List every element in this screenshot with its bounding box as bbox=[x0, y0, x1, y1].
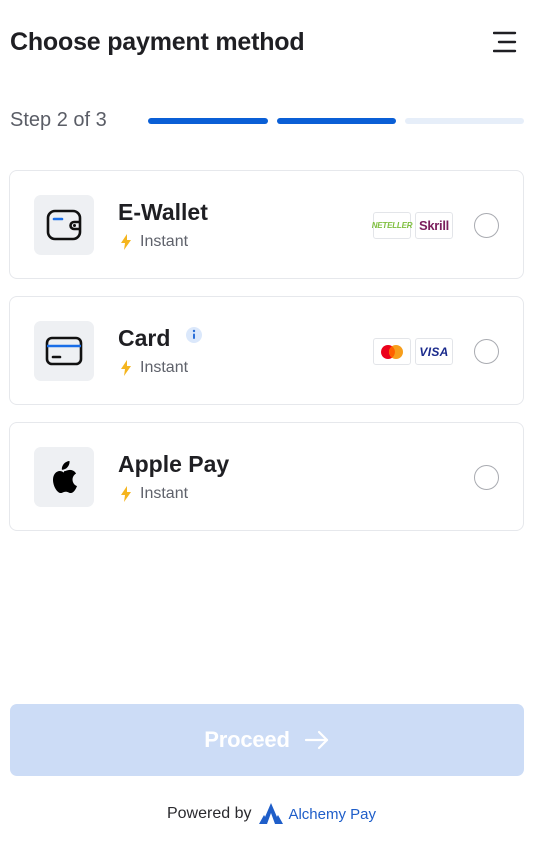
wallet-icon bbox=[46, 209, 82, 241]
page-title: Choose payment method bbox=[10, 28, 305, 56]
proceed-button[interactable]: Proceed bbox=[10, 704, 524, 776]
lightning-icon bbox=[121, 234, 131, 250]
lightning-icon bbox=[121, 486, 131, 502]
method-name: Apple Pay bbox=[118, 451, 230, 477]
step-bar-2 bbox=[277, 118, 396, 124]
brand-logo: Alchemy Pay bbox=[259, 803, 376, 825]
alchemy-pay-logo-icon bbox=[259, 803, 284, 824]
apple-pay-icon-box bbox=[34, 447, 94, 507]
card-icon bbox=[45, 336, 83, 366]
menu-icon bbox=[492, 31, 517, 53]
step-label: Step 2 of 3 bbox=[10, 109, 107, 131]
visa-logo: VISA bbox=[415, 338, 453, 365]
skrill-logo: Skrill bbox=[415, 212, 453, 239]
payment-method-apple-pay[interactable]: Apple Pay Instant bbox=[9, 422, 524, 531]
brand-name: Alchemy Pay bbox=[288, 805, 377, 823]
menu-button[interactable] bbox=[492, 30, 519, 54]
mastercard-logo bbox=[373, 338, 411, 365]
ewallet-radio[interactable] bbox=[474, 213, 499, 238]
step-bar-1 bbox=[148, 118, 268, 124]
header: Choose payment method bbox=[10, 26, 523, 62]
info-icon[interactable] bbox=[185, 326, 203, 344]
ewallet-icon-box bbox=[34, 195, 94, 255]
method-name: E-Wallet bbox=[118, 199, 208, 225]
apple-icon bbox=[53, 461, 77, 493]
footer: Powered by Alchemy Pay bbox=[0, 800, 543, 828]
payment-method-card[interactable]: Card Instant VISA bbox=[9, 296, 524, 405]
method-speed: Instant bbox=[120, 485, 188, 503]
payment-method-ewallet[interactable]: E-Wallet Instant NETELLER Skrill bbox=[9, 170, 524, 279]
powered-by-label: Powered by bbox=[166, 805, 252, 822]
neteller-logo: NETELLER bbox=[372, 212, 413, 239]
card-radio[interactable] bbox=[474, 339, 499, 364]
step-bar-3 bbox=[405, 118, 524, 124]
method-speed: Instant bbox=[120, 359, 188, 377]
method-name: Card bbox=[118, 325, 203, 352]
step-indicator: Step 2 of 3 bbox=[10, 108, 524, 134]
lightning-icon bbox=[121, 360, 131, 376]
mastercard-icon bbox=[381, 344, 403, 359]
arrow-right-icon bbox=[304, 730, 328, 750]
method-speed: Instant bbox=[120, 233, 188, 251]
card-icon-box bbox=[34, 321, 94, 381]
apple-pay-radio[interactable] bbox=[474, 465, 499, 490]
